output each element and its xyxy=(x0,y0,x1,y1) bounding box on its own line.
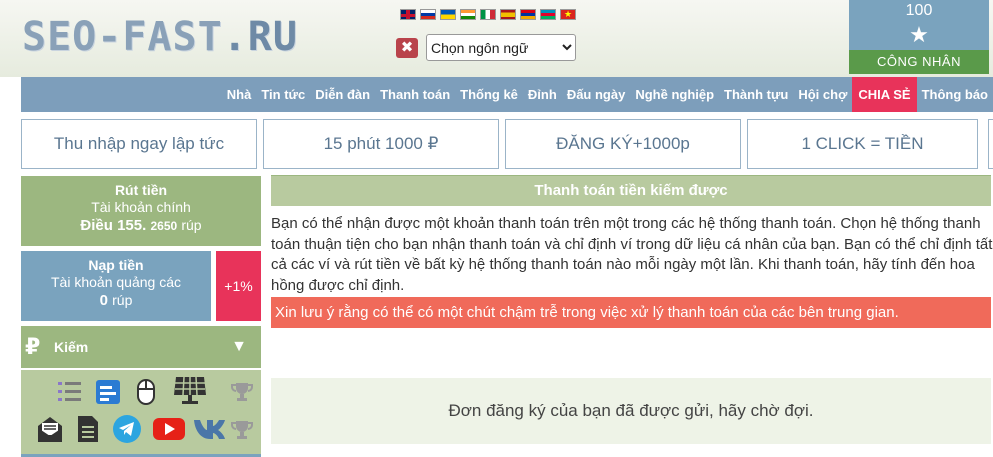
delay-notice: Xin lưu ý rằng có thể có một chút chậm t… xyxy=(271,297,991,328)
youtube-icon[interactable] xyxy=(152,417,186,441)
language-select[interactable]: Chọn ngôn ngữ xyxy=(426,34,576,61)
trophy-icon[interactable] xyxy=(230,380,254,404)
star-icon: ★ xyxy=(909,22,929,47)
telegram-icon[interactable] xyxy=(112,414,142,444)
site-logo[interactable]: SEO-FAST.RU xyxy=(22,14,298,60)
flag-armenia-icon[interactable] xyxy=(520,9,536,20)
rank-value: 100 xyxy=(905,2,933,19)
banner-register[interactable]: ĐĂNG KÝ+1000p xyxy=(505,119,741,169)
flag-ukraine-icon[interactable] xyxy=(440,9,456,20)
deposit-unit: rúp xyxy=(112,292,133,308)
document-icon[interactable] xyxy=(76,414,100,444)
deposit-title: Nạp tiền xyxy=(88,257,144,273)
mail-icon[interactable] xyxy=(35,414,65,444)
chevron-down-icon: ▼ xyxy=(231,338,247,355)
language-flags: ★ xyxy=(400,9,576,20)
nav-item-top[interactable]: Đỉnh xyxy=(523,77,562,112)
balance-unit: rúp xyxy=(181,217,202,233)
solar-panel-icon[interactable] xyxy=(172,375,208,405)
flag-india-icon[interactable] xyxy=(460,9,476,20)
deposit-account: Tài khoản quảng các xyxy=(51,274,181,290)
earn-tools xyxy=(21,370,261,457)
banner-15-minutes[interactable]: 15 phút 1000 ₽ xyxy=(263,119,499,169)
pending-status-message: Đơn đăng ký của bạn đã được gửi, hãy chờ… xyxy=(271,378,991,444)
nav-item-home[interactable]: Nhà xyxy=(222,77,257,112)
nav-item-payments[interactable]: Thanh toán xyxy=(375,77,455,112)
nav-item-achievements[interactable]: Thành tựu xyxy=(719,77,793,112)
mouse-icon[interactable] xyxy=(132,378,160,406)
banner-instant-income[interactable]: Thu nhập ngay lập tức xyxy=(21,119,257,169)
site-header: SEO-FAST.RU ★ ✖ Chọn ngôn ngữ 100 ★ CÔNG… xyxy=(0,0,993,77)
flag-vietnam-icon[interactable]: ★ xyxy=(560,9,576,20)
rank-label: CÔNG NHÂN xyxy=(849,50,989,74)
ad-banners: Thu nhập ngay lập tức 15 phút 1000 ₽ ĐĂN… xyxy=(21,119,993,169)
deposit-balance: 0 rúp xyxy=(21,292,211,309)
nav-item-statistics[interactable]: Thống kê xyxy=(455,77,523,112)
task-list-icon[interactable] xyxy=(56,378,84,406)
nav-item-daily-contest[interactable]: Đấu ngày xyxy=(562,77,631,112)
banner-one-click[interactable]: 1 CLICK = TIỀN xyxy=(747,119,978,169)
logo-text: SEO-FAST xyxy=(22,14,223,60)
balance-small: 2650 xyxy=(150,219,178,233)
deposit-bonus-badge[interactable]: +1% xyxy=(216,251,261,321)
logo-domain: .RU xyxy=(222,14,298,60)
flag-uk-icon[interactable] xyxy=(400,9,416,20)
document-blue-icon[interactable] xyxy=(94,378,122,406)
nav-item-fair[interactable]: Hội chợ xyxy=(793,77,852,112)
balance-main: Điều 155. xyxy=(80,217,147,234)
nav-item-career[interactable]: Nghề nghiệp xyxy=(630,77,719,112)
earn-label: Kiếm xyxy=(54,339,89,355)
nav-item-news[interactable]: Tin tức xyxy=(256,77,310,112)
page-title: Thanh toán tiền kiếm được xyxy=(271,175,991,206)
payment-description: Bạn có thể nhận được một khoản thanh toá… xyxy=(271,215,993,294)
nav-item-notices[interactable]: Thông báo xyxy=(917,77,993,112)
withdraw-title: Rút tiền xyxy=(114,182,168,198)
main-nav: Nhà Tin tức Diễn đàn Thanh toán Thống kê… xyxy=(21,77,993,112)
close-language-button[interactable]: ✖ xyxy=(396,38,418,58)
banner-partial[interactable] xyxy=(988,119,993,169)
flag-azerbaijan-icon[interactable] xyxy=(540,9,556,20)
withdraw-account: Tài khoản chính xyxy=(91,199,191,215)
flag-italy-icon[interactable] xyxy=(480,9,496,20)
user-rank-box[interactable]: 100 ★ CÔNG NHÂN xyxy=(849,0,989,74)
withdraw-balance: Điều 155. 2650 rúp xyxy=(21,217,261,234)
flag-spain-icon[interactable] xyxy=(500,9,516,20)
vk-icon[interactable] xyxy=(192,416,226,442)
deposit-panel[interactable]: Nạp tiền Tài khoản quảng các 0 rúp xyxy=(21,251,211,321)
flag-russia-icon[interactable] xyxy=(420,9,436,20)
nav-item-forum[interactable]: Diễn đàn xyxy=(310,77,375,112)
withdraw-panel[interactable]: Rút tiền Tài khoản chính Điều 155. 2650 … xyxy=(21,176,261,246)
earn-menu-toggle[interactable]: ₽ Kiếm ▼ xyxy=(21,326,261,368)
ruble-icon: ₽ xyxy=(25,334,41,359)
sidebar: Rút tiền Tài khoản chính Điều 155. 2650 … xyxy=(21,176,261,457)
trophy-icon-2[interactable] xyxy=(230,418,254,442)
nav-item-share[interactable]: CHIA SẺ xyxy=(852,77,917,112)
deposit-balance-value: 0 xyxy=(99,292,108,309)
